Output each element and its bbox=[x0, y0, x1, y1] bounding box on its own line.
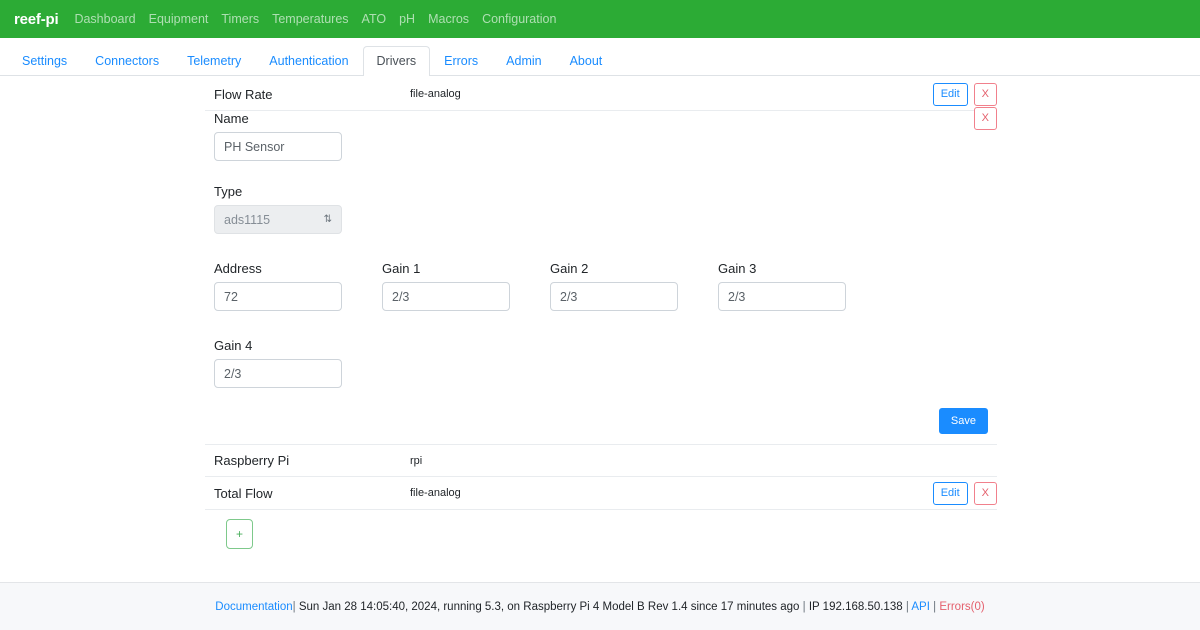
delete-button[interactable]: X bbox=[973, 82, 997, 106]
add-driver-button[interactable]: + bbox=[226, 519, 254, 549]
driver-name: Flow Rate bbox=[214, 86, 273, 102]
driver-row-flow-rate[interactable]: Flow Rate file-analog Edit X bbox=[205, 78, 997, 111]
driver-type: file-analog bbox=[410, 487, 461, 499]
save-button[interactable]: Save bbox=[938, 408, 988, 434]
gain4-input[interactable] bbox=[214, 359, 342, 388]
gain3-input[interactable] bbox=[718, 282, 846, 311]
driver-edit-form: Name X Type ads1115 ⇅ Address Gain 1 Gai… bbox=[205, 107, 997, 434]
tab-drivers[interactable]: Drivers bbox=[362, 45, 431, 76]
address-label: Address bbox=[214, 261, 262, 276]
add-driver-container: + bbox=[205, 510, 997, 549]
gain1-input[interactable] bbox=[382, 282, 510, 311]
name-label: Name bbox=[214, 111, 249, 126]
driver-row-raspberry-pi[interactable]: Raspberry Pi rpi bbox=[205, 444, 997, 477]
gain1-field: Gain 1 bbox=[382, 261, 510, 311]
brand-logo[interactable]: reef-pi bbox=[14, 11, 59, 28]
api-link[interactable]: API bbox=[911, 601, 930, 613]
gain4-label: Gain 4 bbox=[214, 338, 253, 353]
gain3-label: Gain 3 bbox=[718, 261, 757, 276]
footer-separator: | bbox=[933, 600, 937, 613]
name-input[interactable] bbox=[214, 132, 342, 161]
tab-settings[interactable]: Settings bbox=[8, 46, 81, 76]
errors-link[interactable]: Errors(0) bbox=[939, 601, 984, 613]
documentation-link[interactable]: Documentation bbox=[215, 601, 292, 613]
settings-tabbar: Settings Connectors Telemetry Authentica… bbox=[0, 38, 1200, 76]
gain4-field: Gain 4 bbox=[214, 338, 342, 388]
gain2-field: Gain 2 bbox=[550, 261, 678, 311]
driver-name: Total Flow bbox=[214, 485, 273, 501]
footer-separator: | bbox=[292, 600, 296, 613]
gain1-label: Gain 1 bbox=[382, 261, 421, 276]
nav-links: Dashboard Equipment Timers Temperatures … bbox=[74, 12, 556, 26]
address-gain-row: Address Gain 1 Gain 2 Gain 3 bbox=[214, 261, 997, 311]
form-close-button[interactable]: X bbox=[973, 107, 997, 130]
nav-item-dashboard[interactable]: Dashboard bbox=[74, 12, 135, 26]
driver-type: rpi bbox=[410, 454, 423, 467]
nav-item-equipment[interactable]: Equipment bbox=[149, 12, 209, 26]
footer-separator: | bbox=[802, 600, 806, 613]
driver-row-actions: Edit X bbox=[932, 82, 997, 106]
gain2-label: Gain 2 bbox=[550, 261, 589, 276]
page-footer: Documentation| Sun Jan 28 14:05:40, 2024… bbox=[0, 582, 1200, 630]
tab-telemetry[interactable]: Telemetry bbox=[173, 46, 255, 76]
address-field: Address bbox=[214, 261, 342, 311]
driver-row-total-flow[interactable]: Total Flow file-analog Edit X bbox=[205, 477, 997, 510]
nav-item-ph[interactable]: pH bbox=[399, 12, 415, 26]
tab-about[interactable]: About bbox=[556, 46, 617, 76]
nav-item-ato[interactable]: ATO bbox=[362, 12, 387, 26]
ip-address-text: IP 192.168.50.138 bbox=[808, 600, 903, 613]
address-input[interactable] bbox=[214, 282, 342, 311]
nav-item-timers[interactable]: Timers bbox=[221, 12, 259, 26]
nav-item-macros[interactable]: Macros bbox=[428, 12, 469, 26]
nav-item-configuration[interactable]: Configuration bbox=[482, 12, 556, 26]
driver-type: file-analog bbox=[410, 88, 461, 100]
form-footer: Save bbox=[214, 408, 997, 434]
gain2-input[interactable] bbox=[550, 282, 678, 311]
type-select[interactable]: ads1115 ⇅ bbox=[214, 205, 342, 234]
gain3-field: Gain 3 bbox=[718, 261, 846, 311]
driver-name: Raspberry Pi bbox=[214, 453, 290, 468]
tab-errors[interactable]: Errors bbox=[430, 46, 492, 76]
footer-text: Documentation| Sun Jan 28 14:05:40, 2024… bbox=[215, 601, 984, 613]
type-label: Type bbox=[214, 184, 243, 199]
type-select-value: ads1115 bbox=[224, 212, 271, 227]
footer-separator: | bbox=[905, 600, 909, 613]
chevron-updown-icon: ⇅ bbox=[323, 214, 332, 225]
tab-connectors[interactable]: Connectors bbox=[81, 46, 173, 76]
driver-row-actions: Edit X bbox=[932, 481, 997, 505]
system-status-text: Sun Jan 28 14:05:40, 2024, running 5.3, … bbox=[298, 600, 800, 613]
tab-authentication[interactable]: Authentication bbox=[255, 46, 362, 76]
nav-item-temperatures[interactable]: Temperatures bbox=[272, 12, 348, 26]
gain4-row: Gain 4 bbox=[214, 338, 997, 388]
tab-admin[interactable]: Admin bbox=[492, 46, 555, 76]
edit-button[interactable]: Edit bbox=[932, 82, 968, 106]
top-navbar: reef-pi Dashboard Equipment Timers Tempe… bbox=[0, 0, 1200, 38]
drivers-panel: Flow Rate file-analog Edit X Name X Type… bbox=[205, 78, 997, 549]
delete-button[interactable]: X bbox=[973, 481, 997, 505]
edit-button[interactable]: Edit bbox=[932, 481, 968, 505]
